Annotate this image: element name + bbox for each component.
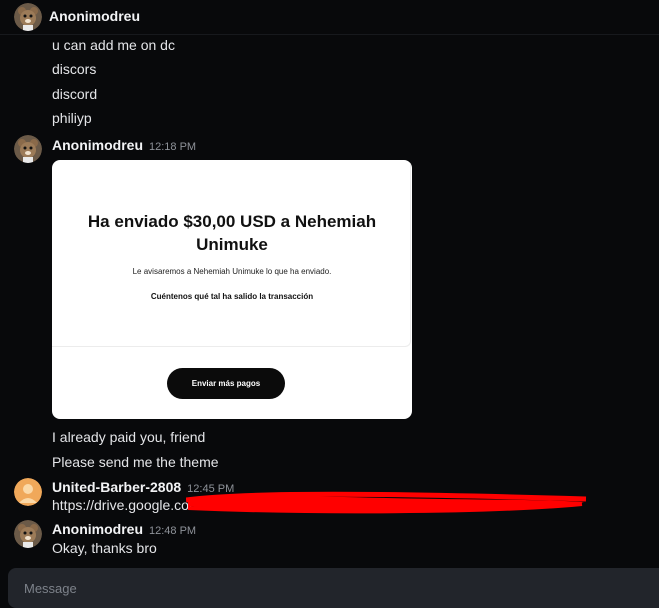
bear-avatar-icon[interactable] — [14, 3, 42, 31]
receipt-feedback-link: Cuéntenos qué tal ha salido la transacci… — [150, 292, 314, 301]
payment-receipt-image[interactable]: Ha enviado $30,00 USD a Nehemiah Unimuke… — [52, 160, 412, 419]
message-text: I already paid you, friend — [52, 429, 206, 445]
chat-header: Anonimodreu — [0, 0, 659, 35]
message-text: philiyp — [52, 110, 92, 126]
message-header: Anonimodreu 12:18 PM — [52, 137, 196, 153]
message-text: Please send me the theme — [52, 454, 219, 470]
red-redaction-scribble — [186, 490, 588, 514]
author-name[interactable]: Anonimodreu — [52, 137, 143, 153]
receipt-subtitle: Le avisaremos a Nehemiah Unimuke lo que … — [132, 267, 332, 276]
author-name[interactable]: United-Barber-2808 — [52, 479, 181, 495]
message-composer — [8, 568, 659, 608]
message-text: Okay, thanks bro — [52, 540, 157, 556]
receipt-title: Ha enviado $30,00 USD a Nehemiah Unimuke — [87, 212, 377, 254]
message-text: u can add me on dc — [52, 37, 175, 53]
message-link[interactable]: https://drive.google.com — [52, 497, 201, 513]
bear-avatar-icon[interactable] — [14, 135, 42, 163]
message-text: discors — [52, 61, 97, 77]
author-name[interactable]: Anonimodreu — [52, 521, 143, 537]
message-input[interactable] — [22, 577, 626, 599]
timestamp: 12:48 PM — [149, 525, 197, 537]
send-more-payments-button: Enviar más pagos — [167, 368, 285, 399]
message-header: Anonimodreu 12:48 PM — [52, 521, 196, 537]
chat-title[interactable]: Anonimodreu — [49, 8, 140, 24]
message-text: discord — [52, 86, 98, 102]
timestamp: 12:18 PM — [149, 141, 197, 153]
bear-avatar-icon[interactable] — [14, 520, 42, 548]
orange-user-avatar-icon[interactable] — [14, 478, 42, 506]
